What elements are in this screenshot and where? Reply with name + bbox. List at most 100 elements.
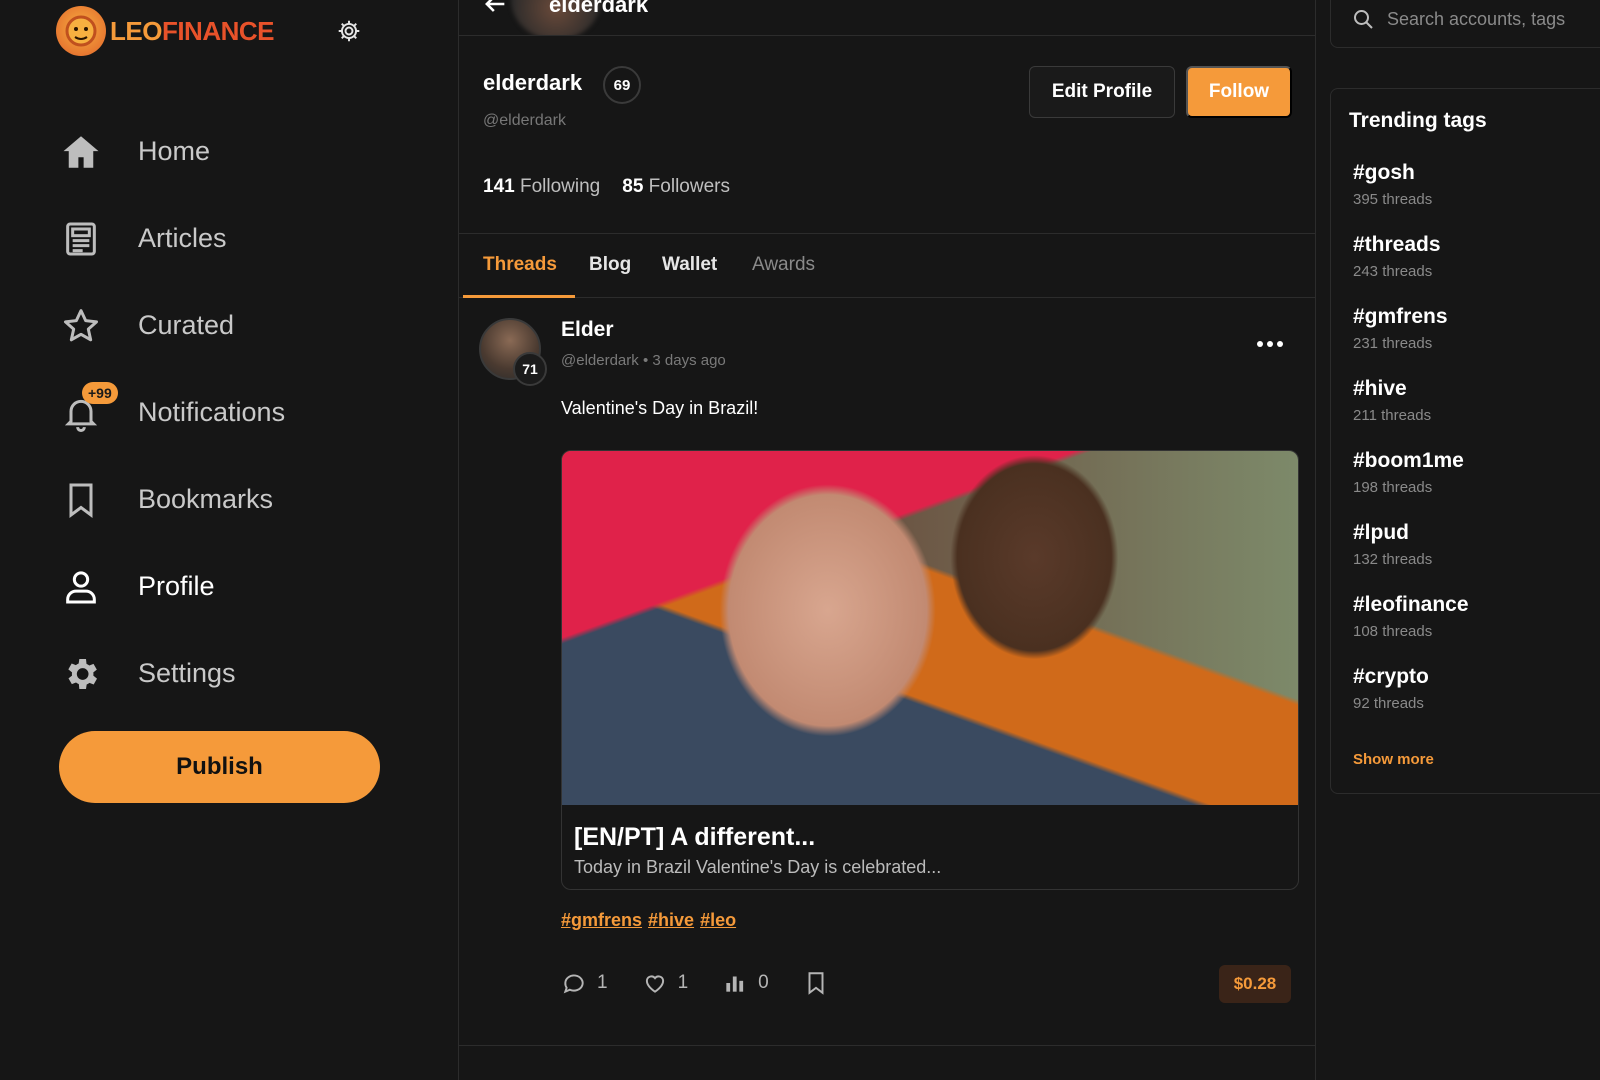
search-input[interactable] bbox=[1387, 8, 1600, 30]
nav-item-settings[interactable]: Settings bbox=[58, 630, 418, 717]
bookmark-action[interactable] bbox=[803, 970, 829, 996]
views-action[interactable]: 0 bbox=[722, 970, 769, 996]
tag-name: #lpud bbox=[1353, 521, 1409, 544]
profile-handle: @elderdark bbox=[483, 112, 566, 129]
back-arrow-icon[interactable] bbox=[481, 0, 509, 18]
thread-post: 71 Elder @elderdark • 3 days ago Valenti… bbox=[459, 298, 1317, 1046]
more-options-icon[interactable] bbox=[1255, 336, 1285, 347]
post-tag[interactable]: #gmfrens bbox=[561, 910, 642, 931]
search-icon bbox=[1354, 10, 1373, 29]
tab-wallet[interactable]: Wallet bbox=[662, 254, 717, 276]
follow-stats: 141 Following 85 Followers bbox=[483, 176, 730, 198]
tab-blog[interactable]: Blog bbox=[589, 254, 631, 276]
newspaper-icon bbox=[58, 216, 104, 262]
comment-action[interactable]: 1 bbox=[561, 970, 608, 996]
trending-tag-item[interactable]: #leofinance 108 threads bbox=[1353, 593, 1469, 665]
app-root: LEOFINANCE Home Articles Curated +99 Not… bbox=[0, 0, 1600, 1080]
logo-leo: LEO bbox=[110, 15, 162, 46]
following-count: 141 bbox=[483, 176, 515, 197]
like-count: 1 bbox=[677, 972, 689, 993]
gear-icon bbox=[58, 651, 104, 697]
nav-label-profile: Profile bbox=[138, 571, 215, 601]
trending-tag-item[interactable]: #hive 211 threads bbox=[1353, 377, 1469, 449]
like-action[interactable]: 1 bbox=[642, 970, 689, 996]
follow-button[interactable]: Follow bbox=[1186, 66, 1292, 118]
nav-item-curated[interactable]: Curated bbox=[58, 282, 418, 369]
nav-item-notifications[interactable]: +99 Notifications bbox=[58, 369, 418, 456]
tag-count: 198 threads bbox=[1353, 479, 1433, 496]
logo-text: LEOFINANCE bbox=[110, 15, 275, 47]
tag-name: #boom1me bbox=[1353, 449, 1464, 472]
nav-label-settings: Settings bbox=[138, 658, 236, 688]
tag-count: 92 threads bbox=[1353, 695, 1424, 712]
tag-name: #crypto bbox=[1353, 665, 1429, 688]
post-meta: @elderdark • 3 days ago bbox=[561, 352, 726, 369]
bar-chart-icon bbox=[726, 976, 744, 992]
nav-label-articles: Articles bbox=[138, 223, 227, 253]
tag-name: #leofinance bbox=[1353, 593, 1469, 616]
post-author[interactable]: Elder bbox=[561, 318, 614, 342]
settings-gear-icon[interactable] bbox=[336, 18, 362, 44]
trending-tag-list: #gosh 395 threads #threads 243 threads #gm… bbox=[1353, 161, 1469, 737]
post-tag[interactable]: #leo bbox=[700, 910, 736, 931]
nav-item-home[interactable]: Home bbox=[58, 108, 418, 195]
following-stat[interactable]: 141 Following bbox=[483, 176, 600, 198]
profile-reputation-badge: 69 bbox=[603, 66, 641, 104]
post-time: 3 days ago bbox=[652, 352, 726, 369]
notification-badge: +99 bbox=[82, 381, 118, 404]
edit-profile-button[interactable]: Edit Profile bbox=[1029, 66, 1175, 118]
preview-subtitle: Today in Brazil Valentine's Day is celeb… bbox=[574, 857, 942, 877]
link-preview-card[interactable]: [EN/PT] A different... Today in Brazil V… bbox=[561, 450, 1299, 890]
tab-awards[interactable]: Awards bbox=[752, 254, 815, 276]
profile-header: elderdark 69 @elderdark 141 Following 85… bbox=[459, 36, 1317, 234]
post-actions: 1 1 0 bbox=[561, 970, 829, 996]
trending-title: Trending tags bbox=[1349, 109, 1487, 132]
tag-name: #hive bbox=[1353, 377, 1407, 400]
preview-image bbox=[562, 451, 1298, 805]
main-nav: Home Articles Curated +99 Notifications … bbox=[58, 108, 418, 717]
search-box bbox=[1330, 0, 1600, 48]
tab-threads[interactable]: Threads bbox=[483, 254, 557, 276]
nav-item-profile[interactable]: Profile bbox=[58, 543, 418, 630]
post-tag[interactable]: #hive bbox=[648, 910, 694, 931]
topbar-title: elderdark bbox=[549, 0, 649, 17]
profile-name: elderdark bbox=[483, 70, 583, 95]
bookmark-icon bbox=[808, 972, 824, 995]
trending-tag-item[interactable]: #lpud 132 threads bbox=[1353, 521, 1469, 593]
trending-tags-panel: Trending tags #gosh 395 threads #threads 2… bbox=[1330, 88, 1600, 794]
right-sidebar: Trending tags #gosh 395 threads #threads 2… bbox=[1316, 0, 1600, 1080]
bell-icon: +99 bbox=[58, 381, 118, 436]
trending-tag-item[interactable]: #gosh 395 threads bbox=[1353, 161, 1469, 233]
logo-finance: FINANCE bbox=[161, 15, 275, 46]
nav-label-home: Home bbox=[138, 136, 211, 166]
followers-label: Followers bbox=[648, 176, 730, 197]
publish-button[interactable]: Publish bbox=[59, 731, 380, 803]
tag-name: #gmfrens bbox=[1353, 305, 1448, 328]
reward-badge[interactable]: $0.28 bbox=[1219, 965, 1291, 1003]
post-handle[interactable]: @elderdark bbox=[561, 352, 639, 369]
tag-count: 231 threads bbox=[1353, 335, 1433, 352]
heart-icon bbox=[645, 975, 664, 993]
profile-tabs: Threads Blog Wallet Awards bbox=[459, 234, 1317, 298]
preview-title: [EN/PT] A different... bbox=[574, 823, 816, 851]
views-count: 0 bbox=[758, 972, 769, 993]
nav-item-bookmarks[interactable]: Bookmarks bbox=[58, 456, 418, 543]
nav-label-bookmarks: Bookmarks bbox=[138, 484, 274, 514]
show-more-link[interactable]: Show more bbox=[1353, 751, 1434, 768]
trending-tag-item[interactable]: #crypto 92 threads bbox=[1353, 665, 1469, 737]
trending-tag-item[interactable]: #threads 243 threads bbox=[1353, 233, 1469, 305]
nav-item-articles[interactable]: Articles bbox=[58, 195, 418, 282]
author-reputation-badge: 71 bbox=[513, 352, 547, 386]
comment-icon bbox=[563, 974, 584, 994]
followers-stat[interactable]: 85 Followers bbox=[622, 176, 730, 198]
tag-count: 108 threads bbox=[1353, 623, 1433, 640]
trending-tag-item[interactable]: #boom1me 198 threads bbox=[1353, 449, 1469, 521]
nav-label-notifications: Notifications bbox=[138, 397, 286, 427]
followers-count: 85 bbox=[622, 176, 644, 197]
profile-topbar: elderdark bbox=[459, 0, 1317, 36]
left-sidebar: LEOFINANCE Home Articles Curated +99 Not… bbox=[0, 0, 458, 1080]
comment-count: 1 bbox=[597, 972, 608, 993]
logo[interactable]: LEOFINANCE bbox=[56, 6, 275, 56]
trending-tag-item[interactable]: #gmfrens 231 threads bbox=[1353, 305, 1469, 377]
profile-main: elderdark elderdark 69 @elderdark 141 Fo… bbox=[458, 0, 1317, 1080]
